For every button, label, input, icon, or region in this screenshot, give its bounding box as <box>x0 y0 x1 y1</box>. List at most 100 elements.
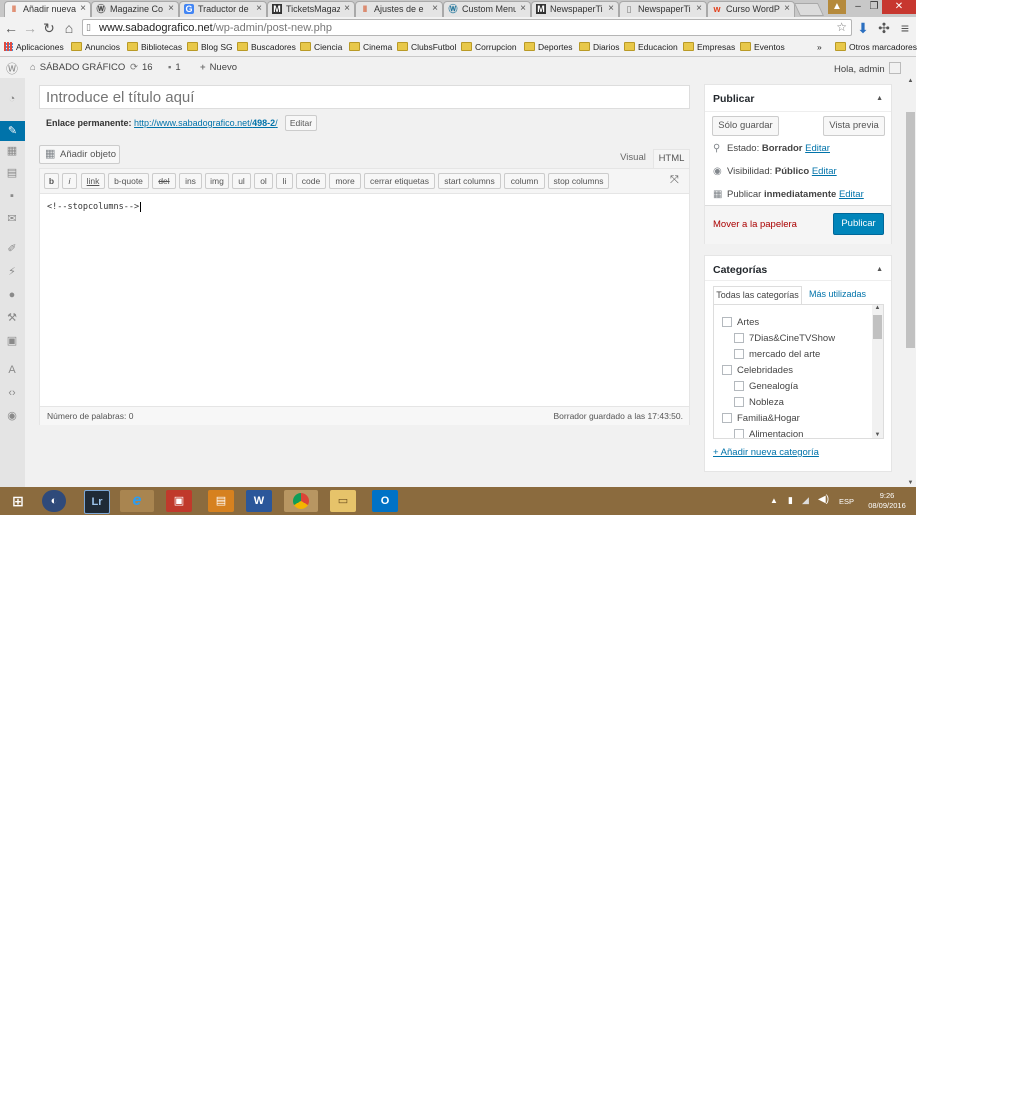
appearance-icon[interactable]: ✐ <box>5 242 19 256</box>
extension-2-icon[interactable]: ✣ <box>876 20 892 36</box>
tab-most-used[interactable]: Más utilizadas <box>809 286 866 303</box>
category-item[interactable]: Artes <box>722 317 759 328</box>
qt-close-tags-button[interactable]: cerrar etiquetas <box>364 173 435 189</box>
bookmark-star-icon[interactable]: ☆ <box>836 20 847 34</box>
collapse-menu-icon[interactable]: ◉ <box>5 409 19 423</box>
posts-icon[interactable]: ✎ <box>0 121 25 141</box>
collapse-arrow-icon[interactable]: ▲ <box>876 95 883 102</box>
restore-icon[interactable]: ❐ <box>866 0 882 14</box>
browser-tab-2[interactable]: Ⓦ Magazine Co × <box>91 1 179 17</box>
category-item[interactable]: 7Dias&CineTVShow <box>734 333 835 344</box>
bookmark-folder[interactable]: Blog SG <box>187 42 233 52</box>
category-item[interactable]: Nobleza <box>734 397 784 408</box>
close-tab-icon[interactable]: × <box>256 3 262 14</box>
site-name-link[interactable]: ⌂ SÁBADO GRÁFICO <box>30 62 125 73</box>
close-tab-icon[interactable]: × <box>432 3 438 14</box>
close-tab-icon[interactable]: × <box>80 3 86 14</box>
bookmark-folder[interactable]: Corrupcion <box>461 42 517 52</box>
comments-icon[interactable]: ▪ <box>5 189 19 203</box>
bookmark-folder[interactable]: Educacion <box>624 42 678 52</box>
edit-status-link[interactable]: Editar <box>805 143 830 154</box>
game-icon[interactable]: ▣ <box>166 490 192 512</box>
lightroom-icon[interactable]: Lr <box>84 490 110 514</box>
close-tab-icon[interactable]: × <box>608 3 614 14</box>
edit-schedule-link[interactable]: Editar <box>839 189 864 200</box>
app-icon[interactable]: ▤ <box>208 490 234 512</box>
new-tab-button[interactable] <box>793 3 825 16</box>
fonts-icon[interactable]: A <box>5 363 19 377</box>
chrome-icon[interactable] <box>284 490 318 512</box>
other-bookmarks[interactable]: Otros marcadores <box>835 42 917 52</box>
profile-icon[interactable]: ▲ <box>828 0 846 14</box>
publish-button[interactable]: Publicar <box>833 213 884 235</box>
show-hidden-icons[interactable]: ▲ <box>770 496 778 505</box>
save-draft-button[interactable]: Sólo guardar <box>712 116 779 136</box>
explorer-icon[interactable]: ◐ <box>42 490 66 512</box>
tab-html[interactable]: HTML <box>653 149 690 168</box>
page-info-icon[interactable]: ▯ <box>86 22 91 33</box>
qt-ul-button[interactable]: ul <box>232 173 251 189</box>
minimize-icon[interactable]: – <box>850 0 866 14</box>
browser-tab-1[interactable]: ‖ Añadir nueva × <box>4 1 91 17</box>
tab-visual[interactable]: Visual <box>615 149 651 168</box>
bookmark-folder[interactable]: Cinema <box>349 42 392 52</box>
qt-li-button[interactable]: li <box>276 173 293 189</box>
edit-slug-button[interactable]: Editar <box>285 115 317 131</box>
browser-tab-9[interactable]: w Curso WordP × <box>707 1 795 17</box>
browser-tab-5[interactable]: ‖ Ajustes de e × <box>355 1 443 17</box>
page-scrollbar[interactable]: ▲ ▼ <box>905 78 916 487</box>
bookmark-folder[interactable]: Bibliotecas <box>127 42 182 52</box>
scroll-thumb[interactable] <box>873 315 882 339</box>
category-item[interactable]: mercado del arte <box>734 349 820 360</box>
qt-code-button[interactable]: code <box>296 173 326 189</box>
bookmark-folder[interactable]: Empresas <box>683 42 735 52</box>
category-item[interactable]: Genealogía <box>734 381 798 392</box>
scroll-down-icon[interactable]: ▼ <box>905 480 916 486</box>
users-icon[interactable]: ● <box>5 288 19 302</box>
close-tab-icon[interactable]: × <box>168 3 174 14</box>
bookmark-folder[interactable]: ClubsFutbol <box>397 42 456 52</box>
bookmark-folder[interactable]: Anuncios <box>71 42 120 52</box>
dashboard-icon[interactable]: ◔ <box>5 92 19 106</box>
internet-explorer-icon[interactable]: e <box>120 490 154 512</box>
qt-link-button[interactable]: link <box>81 173 105 189</box>
media-icon[interactable]: ▦ <box>5 144 19 158</box>
bookmark-apps[interactable]: Aplicaciones <box>4 42 64 52</box>
settings-icon[interactable]: ▣ <box>5 334 19 348</box>
close-tab-icon[interactable]: × <box>344 3 350 14</box>
category-item[interactable]: Familia&Hogar <box>722 413 800 424</box>
outlook-icon[interactable]: O <box>372 490 398 512</box>
qt-italic-button[interactable]: i <box>62 173 77 189</box>
preview-button[interactable]: Vista previa <box>823 116 885 136</box>
collapse-arrow-icon[interactable]: ▲ <box>876 266 883 273</box>
battery-icon[interactable]: ▮ <box>788 495 793 506</box>
qt-stop-columns-button[interactable]: stop columns <box>548 173 609 189</box>
pages-icon[interactable]: ▤ <box>5 166 19 180</box>
close-tab-icon[interactable]: × <box>784 3 790 14</box>
qt-del-button[interactable]: del <box>152 173 176 189</box>
bookmark-folder[interactable]: Ciencia <box>300 42 342 52</box>
start-icon[interactable]: ⊞ <box>6 490 30 512</box>
edit-visibility-link[interactable]: Editar <box>812 166 837 177</box>
close-window-icon[interactable]: ✕ <box>882 0 916 14</box>
add-category-link[interactable]: + Añadir nueva categoría <box>713 447 819 458</box>
scroll-up-icon[interactable]: ▲ <box>905 78 916 84</box>
qt-column-button[interactable]: column <box>504 173 545 189</box>
home-icon[interactable]: ⌂ <box>61 20 77 36</box>
permalink-link[interactable]: http://www.sabadografico.net/498-2/ <box>134 118 278 128</box>
address-bar[interactable]: ▯ www.sabadografico.net/wp-admin/post-ne… <box>82 19 852 36</box>
language-indicator[interactable]: ESP <box>839 497 854 506</box>
plugins-icon[interactable]: ⚡ <box>5 265 19 279</box>
checkbox[interactable] <box>734 429 744 438</box>
comments-link[interactable]: ▪ 1 <box>168 62 181 73</box>
updates-link[interactable]: ⟳ 16 <box>130 62 153 73</box>
browser-tab-6[interactable]: Ⓦ Custom Menu × <box>443 1 531 17</box>
category-scrollbar[interactable]: ▲ ▼ <box>872 305 883 438</box>
folder-icon[interactable]: ▭ <box>330 490 356 512</box>
scroll-thumb[interactable] <box>906 112 915 348</box>
bookmark-folder[interactable]: Eventos <box>740 42 785 52</box>
qt-start-columns-button[interactable]: start columns <box>438 173 501 189</box>
qt-ol-button[interactable]: ol <box>254 173 273 189</box>
new-content-link[interactable]: + Nuevo <box>200 62 237 73</box>
menu-icon[interactable]: ≡ <box>897 20 913 36</box>
